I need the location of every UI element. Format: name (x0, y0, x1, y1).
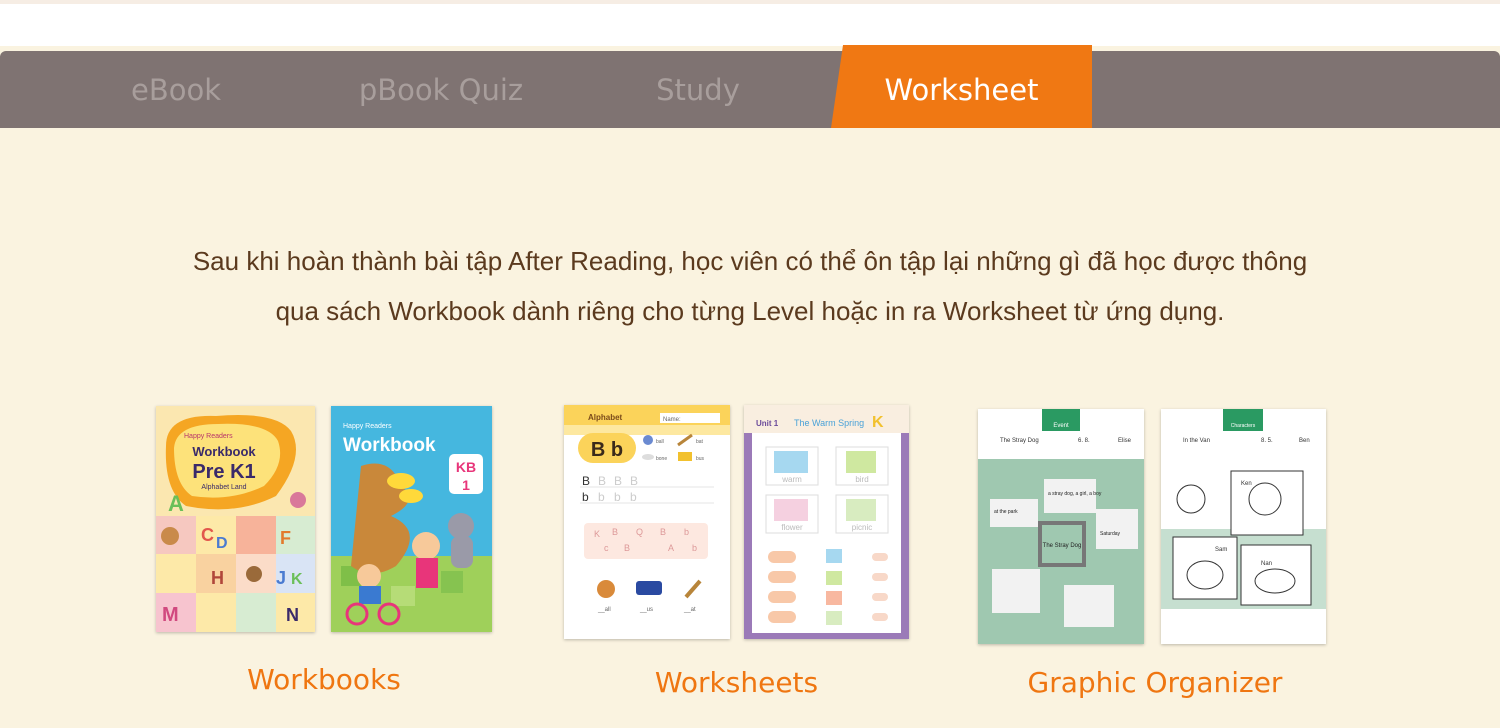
tab-worksheet[interactable]: Worksheet (831, 45, 1092, 128)
caption-graphic-organizer: Graphic Organizer (1027, 666, 1283, 699)
svg-text:K: K (594, 529, 600, 539)
book-level: KB (456, 459, 476, 475)
letters-display: B b (591, 439, 623, 461)
word: picnic (852, 523, 872, 532)
svg-text:B: B (612, 527, 618, 537)
word: bus (696, 456, 705, 462)
workbook-prek1-cover: Happy Readers Workbook Pre K1 Alphabet L… (156, 406, 315, 632)
blank: __all (597, 607, 611, 613)
character-name: Ken (1241, 481, 1252, 487)
tab-ebook[interactable]: eBook (90, 51, 262, 128)
organizer-note: a stray dog, a girl, a boy (1048, 491, 1102, 497)
word: flower (781, 523, 803, 532)
book-title: Workbook (192, 444, 256, 459)
svg-text:M: M (162, 604, 179, 626)
organizer-name-value: Ben (1299, 438, 1310, 444)
word: warm (781, 475, 802, 484)
svg-text:D: D (216, 535, 228, 552)
organizer-date-value: 8. 5. (1261, 438, 1273, 444)
svg-text:B: B (582, 474, 590, 488)
organizer-title-value: The Stray Dog (1000, 438, 1039, 444)
svg-text:B: B (660, 527, 666, 537)
name-label: Name: (663, 417, 681, 423)
word: ball (656, 439, 664, 445)
book-level: Pre K1 (192, 461, 255, 483)
svg-text:B: B (614, 474, 622, 488)
word: bat (696, 439, 704, 445)
book-series-label: Happy Readers (343, 423, 392, 430)
caption-worksheets: Worksheets (654, 666, 819, 699)
svg-text:c: c (604, 543, 609, 553)
organizer-date-value: 6. 8. (1078, 438, 1090, 444)
description-line-2: qua sách Workbook dành riêng cho từng Le… (275, 296, 1225, 326)
word: bird (855, 475, 868, 484)
graphic-organizer-characters-preview: Characters In the Van 8. 5. Ben Ken Sam … (1161, 409, 1326, 644)
svg-text:A: A (168, 491, 184, 516)
caption-workbooks: Workbooks (247, 663, 401, 696)
unit-label: Unit 1 (756, 419, 779, 428)
svg-text:C: C (201, 525, 214, 545)
organizer-note: at the park (994, 509, 1018, 515)
svg-text:A: A (668, 543, 674, 553)
svg-text:H: H (211, 568, 224, 588)
organizer-header: Event (1053, 423, 1069, 429)
description: Sau khi hoàn thành bài tập After Reading… (0, 236, 1500, 336)
tab-study[interactable]: Study (620, 51, 776, 128)
graphic-organizer-event-preview: Event The Stray Dog 6. 8. Elise The Stra… (978, 409, 1144, 644)
organizer-header: Characters (1231, 423, 1256, 429)
worksheet-header: Alphabet (588, 413, 623, 422)
svg-text:b: b (630, 490, 637, 504)
character-name: Nan (1261, 561, 1272, 567)
svg-text:B: B (624, 543, 630, 553)
blank: __us (639, 607, 653, 613)
svg-text:J: J (276, 568, 286, 588)
svg-text:b: b (684, 527, 689, 537)
svg-text:b: b (598, 490, 605, 504)
svg-text:b: b (582, 490, 589, 504)
word: bone (656, 456, 667, 462)
worksheet-alphabet-preview: Alphabet Name: B b ball bat bone bus B B… (564, 405, 730, 639)
svg-text:B: B (598, 474, 606, 488)
organizer-title-value: In the Van (1183, 438, 1210, 444)
svg-text:Q: Q (636, 527, 643, 537)
organizer-name-value: Elise (1118, 438, 1132, 444)
workbook-kb1-cover: Happy Readers Workbook KB 1 (331, 406, 492, 632)
svg-text:b: b (614, 490, 621, 504)
unit-title: The Warm Spring (794, 418, 864, 428)
svg-text:N: N (286, 605, 299, 625)
book-title: Workbook (343, 435, 436, 456)
tab-pbook-quiz[interactable]: pBook Quiz (340, 51, 542, 128)
blank: __at (683, 607, 696, 613)
book-level-number: 1 (462, 477, 470, 493)
description-line-1: Sau khi hoàn thành bài tập After Reading… (192, 246, 1308, 276)
svg-text:b: b (692, 543, 697, 553)
svg-text:B: B (630, 474, 638, 488)
organizer-center: The Stray Dog (1043, 543, 1082, 549)
svg-text:K: K (291, 571, 303, 588)
character-name: Sam (1215, 547, 1227, 553)
header-gap (0, 4, 1500, 46)
book-series-label: Happy Readers (184, 433, 233, 440)
svg-text:F: F (280, 528, 291, 548)
book-subtitle: Alphabet Land (201, 484, 246, 491)
organizer-note: Saturday (1100, 531, 1121, 537)
worksheet-unit-preview: Unit 1 The Warm Spring K warm bird flowe… (744, 405, 909, 639)
svg-text:K: K (872, 414, 884, 431)
